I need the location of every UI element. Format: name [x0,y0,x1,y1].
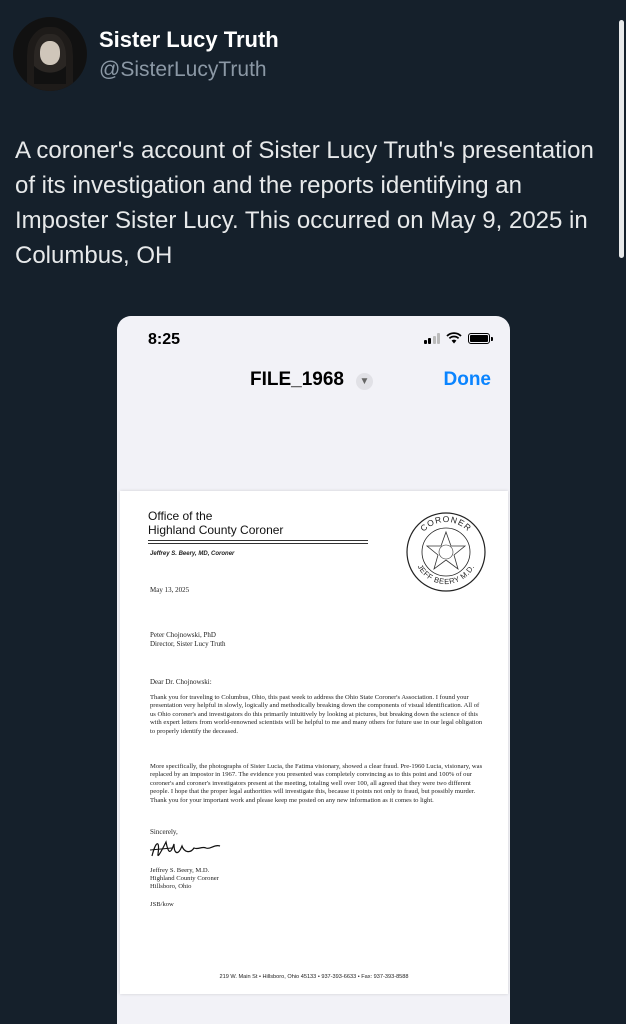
letterhead-title: Office of the Highland County Coroner [148,509,283,537]
letterhead-line2: Highland County Coroner [148,523,284,537]
seal-top-text: CORONER [418,514,473,533]
avatar-face [40,41,60,65]
body-paragraph-1: Thank you for traveling to Columbus, Ohi… [150,694,483,735]
status-time: 8:25 [148,331,181,348]
recipient-address: Peter Chojnowski, PhD Director, Sister L… [150,631,226,649]
letterhead-rule [148,543,368,544]
letterhead-line1: Office of the [148,509,213,523]
chevron-down-icon[interactable]: ▼ [356,373,373,390]
display-name[interactable]: Sister Lucy Truth [99,27,279,53]
letter-page: Office of the Highland County Coroner Je… [120,491,508,994]
letterhead-rule [148,540,368,541]
signal-icon [423,332,440,344]
closing: Sincerely, [150,828,178,836]
signer-title: Highland County Coroner [150,875,219,882]
battery-icon [468,332,493,344]
profile-avatar[interactable] [13,17,87,91]
handwritten-signature [149,840,221,857]
body-paragraph-2: More specifically, the photographs of Si… [150,763,483,804]
svg-text:JEFF BEERY M.D.: JEFF BEERY M.D. [416,563,477,586]
recipient-name: Peter Chojnowski, PhD [150,631,216,639]
file-title[interactable]: FILE_1968 [250,369,344,391]
seal-bottom-text: JEFF BEERY M.D. [416,563,476,586]
typist-initials: JSB/kow [150,901,174,908]
letter-footer: 219 W. Main St • Hillsboro, Ohio 45133 •… [219,974,409,980]
recipient-title: Director, Sister Lucy Truth [150,640,226,648]
document-toolbar: FILE_1968 ▼ Done [117,366,510,396]
signer-city: Hillsboro, Ohio [150,883,192,890]
attached-screenshot[interactable]: 8:25 FILE_1968 ▼ Done Office of the High… [117,316,510,1024]
status-icons [423,332,493,344]
user-handle[interactable]: @SisterLucyTruth [99,58,267,82]
letter-date: May 13, 2025 [150,586,190,594]
scrollbar[interactable] [619,20,624,258]
wifi-icon [446,332,462,344]
coroner-seal: CORONER JEFF BEERY M.D. [406,512,486,592]
signature-block: Jeffrey S. Beery, M.D. Highland County C… [150,867,219,891]
salutation: Dear Dr. Chojnowski: [150,678,212,686]
done-button[interactable]: Done [444,369,492,391]
signer-name: Jeffrey S. Beery, M.D. [150,867,210,874]
svg-text:CORONER: CORONER [418,514,474,533]
post-text: A coroner's account of Sister Lucy Truth… [15,137,594,269]
letterhead-byline: Jeffrey S. Beery, MD, Coroner [150,551,235,557]
